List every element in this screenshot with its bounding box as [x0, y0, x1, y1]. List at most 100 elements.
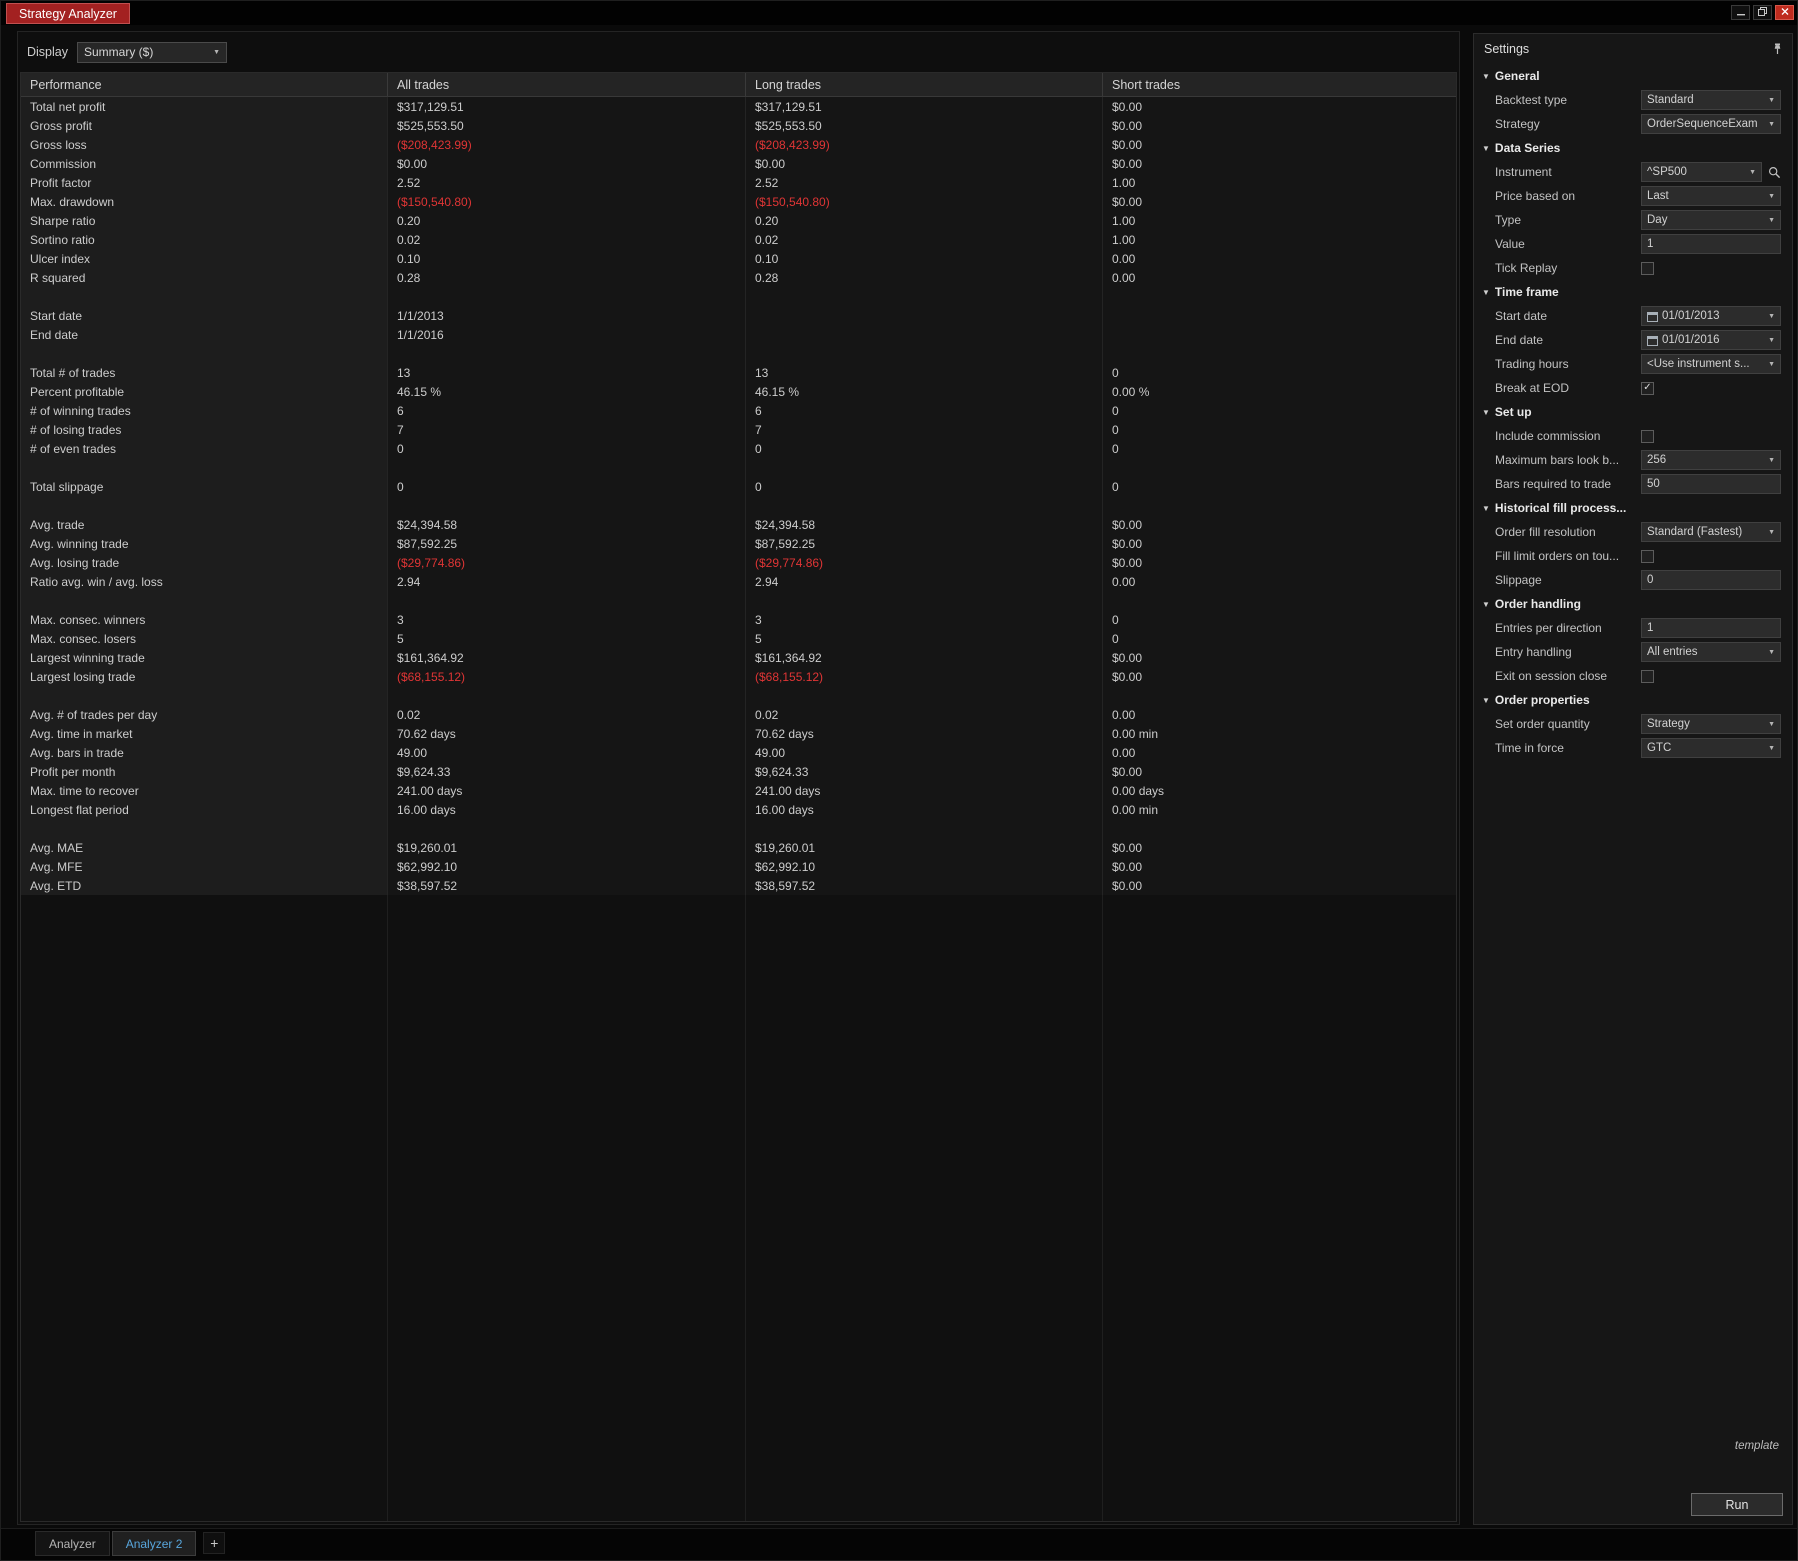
tab-analyzer-2[interactable]: Analyzer 2: [111, 1531, 197, 1556]
section-data-series[interactable]: ▼ Data Series: [1474, 136, 1792, 160]
start-date-select[interactable]: 01/01/2013 ▼: [1641, 306, 1781, 326]
entry-handling-select[interactable]: All entries ▼: [1641, 642, 1781, 662]
minimize-button[interactable]: [1731, 5, 1750, 20]
setting-row-time-in-force: Time in force GTC ▼: [1474, 736, 1792, 760]
section-general[interactable]: ▼ General: [1474, 64, 1792, 88]
metric-value: 0.02: [746, 230, 1103, 249]
window-title-tab[interactable]: Strategy Analyzer: [6, 3, 130, 24]
metric-value: 0.00: [1112, 707, 1136, 722]
close-button[interactable]: [1775, 5, 1794, 20]
display-toolbar: Display Summary ($) ▼: [18, 32, 227, 72]
table-row[interactable]: Percent profitable 46.15 % 46.15 % 0.00 %: [21, 382, 1456, 401]
table-row[interactable]: Gross loss ($208,423.99) ($208,423.99) $0.0…: [21, 135, 1456, 154]
table-row[interactable]: Avg. MFE $62,992.10 $62,992.10 $0.00: [21, 857, 1456, 876]
metric-value: 0.02: [388, 705, 746, 724]
value-input[interactable]: [1641, 234, 1781, 254]
exit-on-session-close-checkbox[interactable]: [1641, 669, 1654, 683]
setting-label: Value: [1495, 237, 1525, 251]
table-row[interactable]: Max. consec. winners 3 3 0: [21, 610, 1456, 629]
column-header-long-trades[interactable]: Long trades: [746, 73, 1103, 96]
add-tab-button[interactable]: +: [203, 1532, 226, 1554]
chevron-down-icon: ▼: [1768, 360, 1775, 368]
include-commission-checkbox[interactable]: [1641, 429, 1654, 443]
column-header-performance[interactable]: Performance: [21, 73, 388, 96]
section-time-frame[interactable]: ▼ Time frame: [1474, 280, 1792, 304]
section-order-handling[interactable]: ▼ Order handling: [1474, 592, 1792, 616]
table-row[interactable]: Profit factor 2.52 2.52 1.00: [21, 173, 1456, 192]
order-fill-resolution-select[interactable]: Standard (Fastest) ▼: [1641, 522, 1781, 542]
metric-value: ($68,155.12): [388, 667, 746, 686]
tick-replay-checkbox[interactable]: [1641, 261, 1654, 275]
table-row[interactable]: Max. drawdown ($150,540.80) ($150,540.80) $…: [21, 192, 1456, 211]
slippage-input[interactable]: [1641, 570, 1781, 590]
table-row[interactable]: Sharpe ratio 0.20 0.20 1.00: [21, 211, 1456, 230]
section-set-up[interactable]: ▼ Set up: [1474, 400, 1792, 424]
table-row[interactable]: Avg. MAE $19,260.01 $19,260.01 $0.00: [21, 838, 1456, 857]
table-row[interactable]: # of losing trades 7 7 0: [21, 420, 1456, 439]
section-historical-fill-process[interactable]: ▼ Historical fill process...: [1474, 496, 1792, 520]
break-at-eod-checkbox[interactable]: ✓: [1641, 381, 1654, 395]
tab-analyzer[interactable]: Analyzer: [35, 1531, 110, 1556]
instrument-select[interactable]: ^SP500 ▼: [1641, 162, 1762, 182]
table-row[interactable]: Total slippage 0 0 0: [21, 477, 1456, 496]
table-row[interactable]: Max. time to recover 241.00 days 241.00 da…: [21, 781, 1456, 800]
table-row[interactable]: Sortino ratio 0.02 0.02 1.00: [21, 230, 1456, 249]
table-row[interactable]: Profit per month $9,624.33 $9,624.33 $0.00: [21, 762, 1456, 781]
fill-limit-orders-on-tou-checkbox[interactable]: [1641, 549, 1654, 563]
metric-value: 0.00: [1112, 251, 1136, 266]
metric-value: 0.00: [1112, 270, 1136, 285]
table-row[interactable]: Avg. bars in trade 49.00 49.00 0.00: [21, 743, 1456, 762]
backtest-type-select[interactable]: Standard ▼: [1641, 90, 1781, 110]
table-row[interactable]: Avg. trade $24,394.58 $24,394.58 $0.00: [21, 515, 1456, 534]
display-select[interactable]: Summary ($) ▼: [77, 41, 227, 63]
setting-row-strategy: Strategy OrderSequenceExam ▼: [1474, 112, 1792, 136]
metric-value: 0: [1112, 422, 1119, 437]
table-row[interactable]: Avg. losing trade ($29,774.86) ($29,774.86…: [21, 553, 1456, 572]
table-row[interactable]: Avg. time in market 70.62 days 70.62 days 0…: [21, 724, 1456, 743]
metric-label: Sharpe ratio: [21, 211, 388, 230]
table-row[interactable]: Avg. # of trades per day 0.02 0.02 0.00: [21, 705, 1456, 724]
table-row[interactable]: Start date 1/1/2013: [21, 306, 1456, 325]
table-row[interactable]: Largest winning trade $161,364.92 $161,364…: [21, 648, 1456, 667]
setting-control: Day ▼: [1641, 210, 1781, 230]
table-row[interactable]: Longest flat period 16.00 days 16.00 days 0…: [21, 800, 1456, 819]
entries-per-direction-input[interactable]: [1641, 618, 1781, 638]
table-row[interactable]: R squared 0.28 0.28 0.00: [21, 268, 1456, 287]
price-based-on-select[interactable]: Last ▼: [1641, 186, 1781, 206]
table-row[interactable]: # of winning trades 6 6 0: [21, 401, 1456, 420]
table-row[interactable]: Gross profit $525,553.50 $525,553.50 $0.00: [21, 116, 1456, 135]
table-row[interactable]: Commission $0.00 $0.00 $0.00: [21, 154, 1456, 173]
table-row[interactable]: Avg. winning trade $87,592.25 $87,592.25 $0…: [21, 534, 1456, 553]
selected-value: All entries: [1647, 646, 1698, 658]
template-link[interactable]: template: [1735, 1440, 1779, 1452]
search-icon[interactable]: [1768, 166, 1781, 179]
section-order-properties[interactable]: ▼ Order properties: [1474, 688, 1792, 712]
table-row[interactable]: Avg. ETD $38,597.52 $38,597.52 $0.00: [21, 876, 1456, 895]
end-date-select[interactable]: 01/01/2016 ▼: [1641, 330, 1781, 350]
bars-required-to-trade-input[interactable]: [1641, 474, 1781, 494]
table-row[interactable]: Largest losing trade ($68,155.12) ($68,155…: [21, 667, 1456, 686]
type-select[interactable]: Day ▼: [1641, 210, 1781, 230]
table-row[interactable]: Max. consec. losers 5 5 0: [21, 629, 1456, 648]
pin-icon[interactable]: [1772, 43, 1783, 55]
table-row[interactable]: End date 1/1/2016: [21, 325, 1456, 344]
table-row[interactable]: # of even trades 0 0 0: [21, 439, 1456, 458]
setting-control: Standard (Fastest) ▼: [1641, 522, 1781, 542]
maximum-bars-look-b-select[interactable]: 256 ▼: [1641, 450, 1781, 470]
trading-hours-select[interactable]: <Use instrument s... ▼: [1641, 354, 1781, 374]
metric-value: $9,624.33: [388, 762, 746, 781]
restore-button[interactable]: [1753, 5, 1772, 20]
table-row[interactable]: Ulcer index 0.10 0.10 0.00: [21, 249, 1456, 268]
setting-control: [1641, 570, 1781, 590]
table-row[interactable]: Ratio avg. win / avg. loss 2.94 2.94 0.00: [21, 572, 1456, 591]
table-row[interactable]: Total # of trades 13 13 0: [21, 363, 1456, 382]
column-header-all-trades[interactable]: All trades: [388, 73, 746, 96]
metric-value: 0.02: [388, 230, 746, 249]
set-order-quantity-select[interactable]: Strategy ▼: [1641, 714, 1781, 734]
run-button[interactable]: Run: [1691, 1493, 1783, 1516]
setting-label: Order fill resolution: [1495, 525, 1596, 539]
column-header-short-trades[interactable]: Short trades: [1103, 73, 1456, 96]
time-in-force-select[interactable]: GTC ▼: [1641, 738, 1781, 758]
strategy-select[interactable]: OrderSequenceExam ▼: [1641, 114, 1781, 134]
table-row[interactable]: Total net profit $317,129.51 $317,129.51 $0…: [21, 97, 1456, 116]
